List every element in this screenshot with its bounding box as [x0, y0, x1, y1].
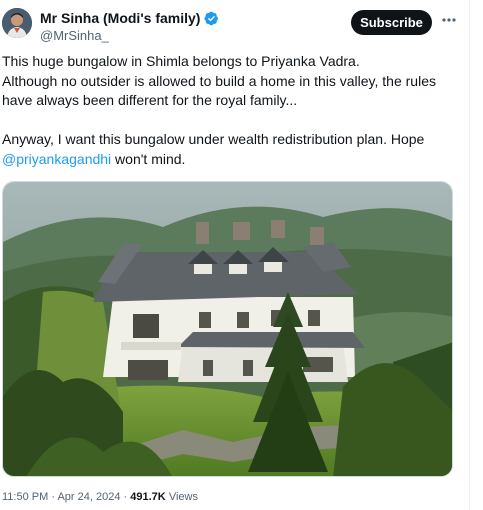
mention-link[interactable]: @priyankagandhi [2, 151, 111, 167]
meta-separator: · [123, 491, 128, 503]
author-display-name[interactable]: Mr Sinha (Modi's family) [40, 10, 200, 26]
tweet-meta: 11:50 PM · Apr 24, 2024 · 491.7K Views [2, 491, 198, 503]
meta-separator: · [51, 491, 56, 503]
tweet-line: Anyway, I want this bungalow under wealt… [2, 130, 457, 169]
subscribe-button[interactable]: Subscribe [351, 10, 432, 35]
tweet-line: This huge bungalow in Shimla belongs to … [2, 53, 360, 69]
more-options-icon[interactable] [441, 10, 457, 30]
bungalow-photo [3, 182, 452, 476]
tweet-line: Although no outsider is allowed to build… [2, 72, 436, 109]
avatar-portrait-icon [2, 8, 32, 38]
author-handle[interactable]: @MrSinha_ [40, 28, 109, 43]
tweet-line-text: won't mind. [111, 150, 186, 167]
avatar[interactable] [2, 8, 32, 38]
views-label: Views [168, 491, 198, 503]
tweet-time[interactable]: 11:50 PM [2, 491, 48, 503]
tweet-text: This huge bungalow in Shimla belongs to … [2, 52, 457, 169]
tweet-photo[interactable] [2, 181, 453, 477]
verified-badge-icon[interactable] [204, 11, 219, 26]
views-count: 491.7K [130, 491, 166, 503]
tweet-date[interactable]: Apr 24, 2024 [57, 491, 120, 503]
timeline-divider [469, 0, 470, 510]
tweet-line-text: Anyway, I want this bungalow under wealt… [2, 131, 425, 147]
author-name-row: Mr Sinha (Modi's family) [40, 10, 219, 26]
